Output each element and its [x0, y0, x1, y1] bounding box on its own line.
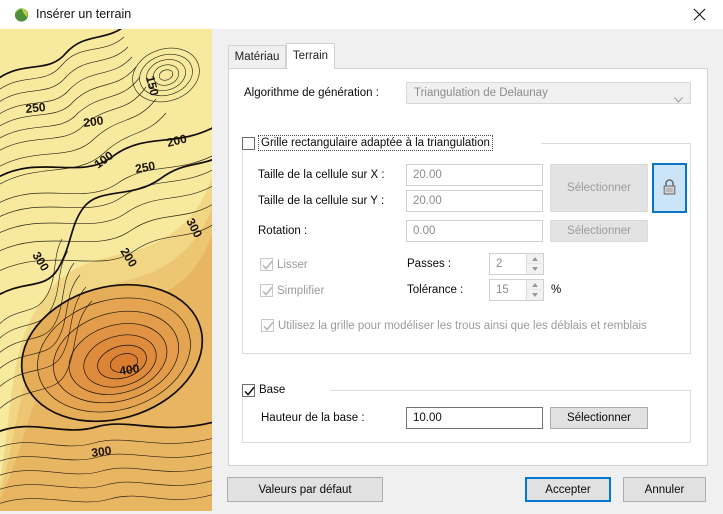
- passes-value: 2: [496, 258, 503, 270]
- cell-size-select-button[interactable]: Sélectionner: [550, 164, 648, 212]
- title-bar: Insérer un terrain: [0, 0, 723, 29]
- tolerance-label: Tolérance :: [407, 284, 464, 296]
- base-checkbox-label[interactable]: Base: [259, 384, 285, 396]
- spinner-down-icon[interactable]: [527, 290, 544, 300]
- smooth-checkbox[interactable]: [260, 258, 273, 271]
- algorithm-label: Algorithme de génération :: [244, 87, 379, 99]
- background-topographic-map: 250 200 150 100 250 200 300 200 300 400 …: [0, 29, 212, 511]
- cell-size-y-label: Taille de la cellule sur Y :: [258, 195, 385, 207]
- base-height-label: Hauteur de la base :: [261, 412, 365, 424]
- tolerance-unit: %: [551, 284, 562, 296]
- window-title: Insérer un terrain: [36, 7, 132, 21]
- spinner-up-icon[interactable]: [527, 254, 544, 264]
- accept-button[interactable]: Accepter: [525, 477, 611, 502]
- contour-label: 300: [90, 443, 112, 460]
- rotation-input[interactable]: 0.00: [406, 220, 543, 242]
- grid-checkbox-label[interactable]: Grille rectangulaire adaptée à la triang…: [258, 135, 493, 151]
- passes-spinner[interactable]: 2: [489, 253, 544, 275]
- algorithm-select-value: Triangulation de Delaunay: [414, 87, 548, 99]
- tolerance-spinner[interactable]: 15: [489, 279, 544, 301]
- defaults-button[interactable]: Valeurs par défaut: [227, 477, 383, 502]
- tolerance-value: 15: [496, 284, 509, 296]
- grid-checkbox[interactable]: [242, 136, 255, 150]
- rotation-label: Rotation :: [258, 225, 308, 237]
- passes-label: Passes :: [407, 258, 452, 270]
- lock-icon: [662, 178, 677, 199]
- spinner-up-icon[interactable]: [527, 280, 544, 290]
- tab-materiau[interactable]: Matériau: [228, 45, 286, 69]
- cancel-button[interactable]: Annuler: [623, 477, 706, 502]
- terrain-sphere-icon: [13, 6, 30, 23]
- contour-label: 400: [118, 361, 140, 378]
- base-height-select-button[interactable]: Sélectionner: [550, 407, 648, 429]
- simplify-label: Simplifier: [277, 285, 325, 297]
- base-group-header: Base: [242, 382, 331, 398]
- base-height-input[interactable]: 10.00: [406, 407, 543, 429]
- passes-spinner-buttons[interactable]: [526, 254, 544, 274]
- lock-aspect-button[interactable]: [652, 163, 687, 213]
- holes-checkbox[interactable]: [261, 319, 274, 332]
- chevron-down-icon: [674, 90, 683, 103]
- holes-label: Utilisez la grille pour modéliser les tr…: [278, 320, 647, 332]
- algorithm-select[interactable]: Triangulation de Delaunay: [406, 82, 691, 104]
- contour-label: 250: [25, 100, 47, 116]
- tab-terrain[interactable]: Terrain: [286, 43, 335, 69]
- simplify-checkbox[interactable]: [260, 284, 273, 297]
- cell-size-y-input[interactable]: 20.00: [406, 190, 543, 212]
- tolerance-spinner-buttons[interactable]: [526, 280, 544, 300]
- contour-map-graphic: 250 200 150 100 250 200 300 200 300 400 …: [0, 29, 212, 511]
- spinner-down-icon[interactable]: [527, 264, 544, 274]
- base-checkbox[interactable]: [242, 383, 255, 397]
- smooth-label: Lisser: [277, 259, 308, 271]
- cell-size-x-label: Taille de la cellule sur X :: [258, 169, 385, 181]
- contour-label: 200: [82, 113, 104, 130]
- grid-group-header: Grille rectangulaire adaptée à la triang…: [242, 135, 541, 151]
- close-icon[interactable]: [676, 0, 722, 29]
- cell-size-x-input[interactable]: 20.00: [406, 164, 543, 186]
- rotation-select-button[interactable]: Sélectionner: [550, 220, 648, 242]
